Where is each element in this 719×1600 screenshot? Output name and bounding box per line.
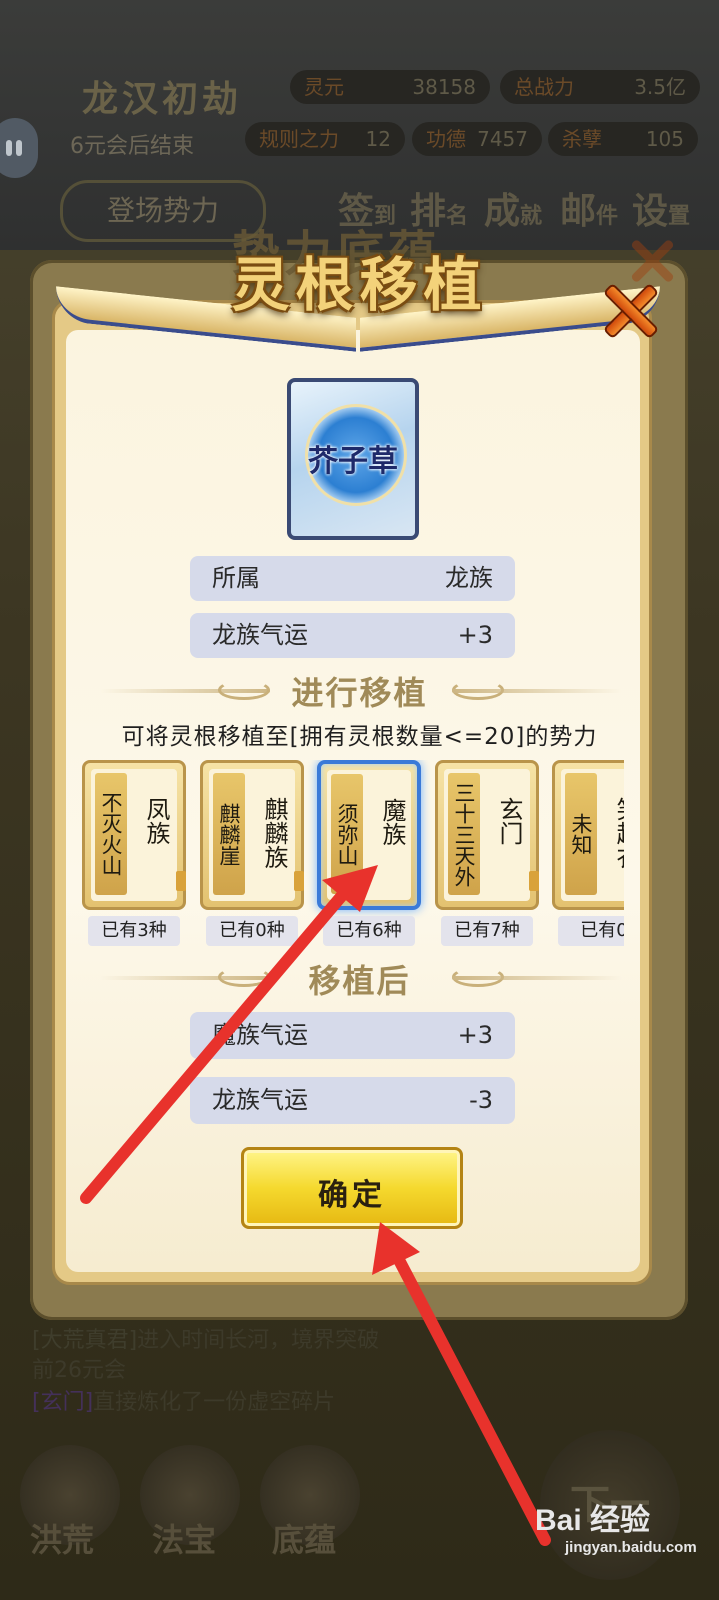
nav-settings[interactable]: 设置 — [632, 182, 690, 234]
faction-location: 不灭火山 — [95, 773, 127, 895]
faction-count: 已有0 — [558, 916, 624, 946]
faction-count: 已有7种 — [441, 916, 533, 946]
watermark: Bai 经验 jingyan.baidu.com — [535, 1504, 697, 1556]
faction-card-phoenix[interactable]: 不灭火山 凤族 — [82, 760, 186, 910]
tab-diyun[interactable]: 底蕴 — [272, 1515, 336, 1561]
log-line: [大荒真君]进入时间长河，境界突破 — [32, 1328, 380, 1353]
faction-name: 笑超衣 — [612, 797, 624, 869]
nav-achievement[interactable]: 成就 — [484, 182, 542, 234]
faction-name: 麒麟族 — [260, 797, 288, 869]
after-row-dragon: 龙族气运 -3 — [190, 1077, 515, 1124]
stat-merit: 功德 7457 — [412, 122, 542, 156]
stat-sin: 杀孽 105 — [548, 122, 698, 156]
divider-right — [452, 976, 622, 980]
stat-lingyuan: 灵元 38158 — [290, 70, 490, 104]
background-close-icon — [628, 236, 678, 286]
faction-card-xuanmen[interactable]: 三十三天外 玄门 — [435, 760, 539, 910]
faction-name: 魔族 — [378, 798, 406, 846]
close-button[interactable] — [600, 280, 660, 340]
faction-location: 三十三天外 — [448, 773, 480, 895]
info-row-fortune: 龙族气运 +3 — [190, 613, 515, 658]
pause-button[interactable] — [0, 118, 38, 178]
faction-location: 麒麟崖 — [213, 773, 245, 895]
faction-name: 凤族 — [142, 797, 170, 845]
stat-rules: 规则之力 12 — [245, 122, 405, 156]
log-line: [玄门]直接炼化了一份虚空碎片 — [32, 1390, 336, 1415]
transplant-instruction: 可将灵根移植至[拥有灵根数量<=20]的势力 — [121, 724, 598, 750]
spirit-root-card: 芥子草 — [287, 378, 419, 540]
faction-card-demon[interactable]: 须弥山 魔族 — [317, 760, 421, 910]
faction-count: 已有6种 — [323, 916, 415, 946]
log-line: 前26元会 — [32, 1358, 126, 1383]
faction-location: 须弥山 — [331, 774, 363, 894]
era-title: 龙汉初劫 — [82, 78, 243, 120]
faction-card-unknown[interactable]: 未知 笑超衣 — [552, 760, 624, 910]
tab-honghuang[interactable]: 洪荒 — [30, 1515, 94, 1561]
after-row-demon: 魔族气运 +3 — [190, 1012, 515, 1059]
stat-power: 总战力 3.5亿 — [500, 70, 700, 104]
tab-fabao[interactable]: 法宝 — [152, 1515, 216, 1561]
nav-mail[interactable]: 邮件 — [560, 182, 618, 234]
faction-name: 玄门 — [495, 797, 523, 845]
faction-count: 已有0种 — [206, 916, 298, 946]
faction-count: 已有3种 — [88, 916, 180, 946]
faction-card-qilin[interactable]: 麒麟崖 麒麟族 — [200, 760, 304, 910]
pause-icon — [6, 140, 12, 156]
confirm-button[interactable]: 确定 — [241, 1147, 463, 1229]
spirit-root-name: 芥子草 — [308, 444, 398, 479]
info-row-owner: 所属 龙族 — [190, 556, 515, 601]
faction-list[interactable]: 不灭火山 凤族 已有3种 麒麟崖 麒麟族 已有0种 须弥山 魔族 已有6种 三十… — [82, 760, 624, 950]
era-countdown: 6元会后结束 — [70, 134, 194, 159]
divider-right — [452, 689, 622, 693]
faction-location: 未知 — [565, 773, 597, 895]
